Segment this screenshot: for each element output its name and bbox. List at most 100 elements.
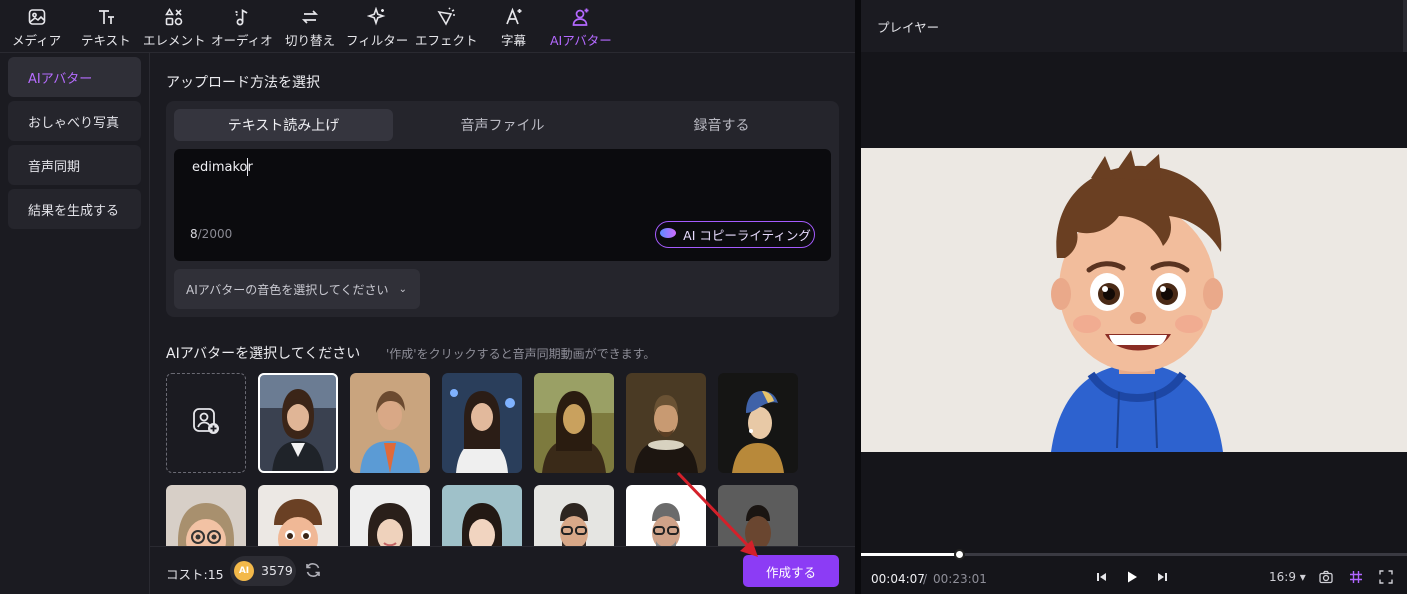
- avatar-man-dark-suit[interactable]: [718, 485, 798, 546]
- media-icon: [25, 6, 49, 28]
- text-icon: [94, 6, 118, 28]
- avatar-cartoon-boy[interactable]: [258, 485, 338, 546]
- voice-select-dropdown[interactable]: AIアバターの音色を選択してください ⌄: [174, 269, 420, 309]
- text-caret: [247, 158, 248, 176]
- avatar-girl-pearl-earring-painting[interactable]: [718, 373, 798, 473]
- effect-icon: [434, 6, 458, 28]
- seek-progress: [861, 553, 959, 556]
- script-text: edimakor: [192, 160, 253, 175]
- player-title: プレイヤー: [877, 20, 940, 35]
- sidebar-item-lip-sync[interactable]: 音声同期: [8, 145, 141, 185]
- sidebar-item-label: 音声同期: [28, 159, 81, 175]
- avatar-asian-woman-white-bg[interactable]: [350, 485, 430, 546]
- toolbar-element[interactable]: エレメント: [143, 6, 206, 50]
- player-scrollbar[interactable]: [1403, 0, 1407, 52]
- upload-method-title: アップロード方法を選択: [166, 75, 320, 91]
- toolbar-media[interactable]: メディア: [12, 6, 61, 50]
- toolbar-transition[interactable]: 切り替え: [285, 6, 335, 50]
- toolbar-label: エフェクト: [415, 33, 478, 48]
- next-frame-icon[interactable]: [1153, 568, 1171, 586]
- tab-label: テキスト読み上げ: [227, 118, 340, 134]
- transition-icon: [298, 6, 322, 28]
- cost-label: コスト:15: [166, 567, 224, 582]
- refresh-icon[interactable]: [304, 561, 322, 579]
- play-icon[interactable]: [1123, 568, 1141, 586]
- avatar-woman-news-anchor[interactable]: [258, 373, 338, 473]
- sidebar-item-label: おしゃべり写真: [28, 115, 120, 131]
- editor-panel: メディア テキスト エレメント オーディオ 切り替え フィルター エフェクト 字…: [0, 0, 855, 594]
- toolbar-label: テキスト: [81, 33, 131, 48]
- camera-icon[interactable]: [1317, 568, 1335, 586]
- toolbar-label: 字幕: [501, 33, 527, 48]
- seek-bar[interactable]: [861, 549, 1407, 560]
- toolbar-subtitle[interactable]: 字幕: [501, 6, 526, 50]
- sidebar-item-label: 結果を生成する: [28, 203, 120, 219]
- script-textarea[interactable]: edimakor 8/2000 AI コピーライティング: [174, 149, 831, 261]
- avatar-woman-long-hair-city[interactable]: [442, 373, 522, 473]
- avatar-asian-woman-blue-bg[interactable]: [442, 485, 522, 546]
- upload-panel: テキスト読み上げ 音声ファイル 録音する edimakor 8/2000 AI …: [166, 101, 839, 317]
- ai-sparkle-icon: [659, 227, 677, 242]
- aspect-ratio-select[interactable]: 16:9 ▾: [1269, 570, 1306, 584]
- toolbar-label: オーディオ: [211, 33, 273, 48]
- toolbar-audio[interactable]: オーディオ: [211, 6, 273, 50]
- tab-text-to-speech[interactable]: テキスト読み上げ: [174, 109, 393, 141]
- toolbar-text[interactable]: テキスト: [81, 6, 131, 50]
- toolbar-label: 切り替え: [285, 33, 336, 48]
- top-toolbar: メディア テキスト エレメント オーディオ 切り替え フィルター エフェクト 字…: [0, 0, 855, 53]
- total-time: 00:23:01: [933, 572, 987, 586]
- bottom-action-bar: コスト:15 AI 3579 作成する: [150, 546, 855, 594]
- create-button-label: 作成する: [765, 564, 816, 580]
- current-time: 00:04:07: [871, 572, 925, 586]
- subtitle-icon: [502, 6, 526, 28]
- avatar-woman-short-hair-blue-blazer[interactable]: [350, 373, 430, 473]
- seek-handle[interactable]: [954, 549, 965, 560]
- avatar-section-hint: '作成'をクリックすると音声同期動画ができます。: [386, 347, 656, 361]
- toolbar-label: AIアバター: [550, 33, 612, 48]
- tab-audio-file[interactable]: 音声ファイル: [393, 109, 612, 141]
- player-panel: プレイヤー 00:04:07 / 00:23:01 16:9 ▾: [861, 0, 1407, 594]
- player-header: プレイヤー: [861, 0, 1403, 52]
- sidebar-item-label: AIアバター: [28, 71, 93, 87]
- main-content: アップロード方法を選択 テキスト読み上げ 音声ファイル 録音する edimako…: [150, 53, 855, 546]
- avatar-shakespeare-portrait[interactable]: [626, 373, 706, 473]
- sidebar-item-talking-photo[interactable]: おしゃべり写真: [8, 101, 141, 141]
- left-sidebar: AIアバター おしゃべり写真 音声同期 結果を生成する: [0, 53, 150, 594]
- character-count: 8/2000: [190, 227, 232, 241]
- ai-coin-icon: AI: [234, 561, 254, 581]
- avatar-section-title: AIアバターを選択してください: [166, 346, 361, 362]
- toolbar-ai-avatar[interactable]: AIアバター: [550, 6, 612, 50]
- ai-avatar-icon: [569, 6, 593, 28]
- ai-copywriting-button[interactable]: AI コピーライティング: [655, 221, 815, 248]
- tab-label: 音声ファイル: [460, 118, 545, 134]
- time-separator: /: [923, 572, 928, 586]
- element-icon: [162, 6, 186, 28]
- sidebar-item-ai-avatar[interactable]: AIアバター: [8, 57, 141, 97]
- avatar-cartoon-woman-glasses[interactable]: [166, 485, 246, 546]
- toolbar-filter[interactable]: フィルター: [346, 6, 408, 50]
- voice-select-label: AIアバターの音色を選択してください: [186, 282, 389, 297]
- toolbar-label: エレメント: [143, 33, 206, 48]
- prev-frame-icon[interactable]: [1093, 568, 1111, 586]
- fullscreen-icon[interactable]: [1377, 568, 1395, 586]
- character-count-current: 8: [190, 227, 198, 241]
- video-preview: [861, 148, 1407, 452]
- tab-record[interactable]: 録音する: [612, 109, 831, 141]
- credit-value: 3579: [261, 563, 293, 578]
- tab-label: 録音する: [693, 118, 750, 134]
- avatar-mona-lisa-painting[interactable]: [534, 373, 614, 473]
- toolbar-effect[interactable]: エフェクト: [415, 6, 478, 50]
- grid-icon[interactable]: [1347, 568, 1365, 586]
- ai-copywriting-label: AI コピーライティング: [683, 228, 811, 243]
- create-button[interactable]: 作成する: [743, 555, 839, 587]
- chevron-down-icon: ⌄: [398, 283, 407, 295]
- sidebar-item-results[interactable]: 結果を生成する: [8, 189, 141, 229]
- filter-icon: [365, 6, 389, 28]
- avatar-man-glasses-beard[interactable]: [534, 485, 614, 546]
- toolbar-label: メディア: [12, 33, 62, 48]
- avatar-man-glasses-suit[interactable]: [626, 485, 706, 546]
- add-user-icon: [190, 405, 222, 441]
- character-count-max: /2000: [197, 227, 233, 241]
- upload-avatar-button[interactable]: [166, 373, 246, 473]
- toolbar-label: フィルター: [346, 33, 409, 48]
